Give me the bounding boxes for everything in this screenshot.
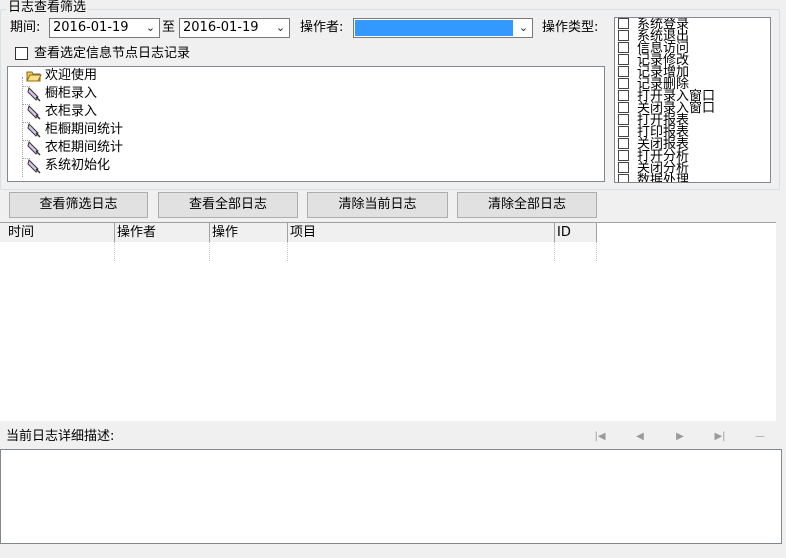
log-grid[interactable]: 时间 操作者 操作 项目 ID — [0, 222, 776, 421]
chevron-down-icon[interactable]: ⌄ — [515, 19, 532, 37]
op-type-checkbox[interactable] — [618, 30, 629, 41]
tree-item-cabinet-entry[interactable]: 橱柜录入 — [26, 85, 97, 103]
detail-description-box[interactable] — [0, 449, 782, 544]
op-type-label: 操作类型: — [542, 20, 599, 35]
operator-selected-value — [355, 20, 513, 36]
tree-item-label: 衣柜期间统计 — [45, 140, 124, 155]
op-type-checkbox[interactable] — [618, 126, 629, 137]
grid-cell[interactable] — [210, 242, 288, 261]
op-type-checkbox[interactable] — [618, 78, 629, 89]
op-type-label-text: 数据处理 — [637, 173, 690, 183]
operator-label: 操作者: — [300, 20, 344, 35]
op-type-checkbox[interactable] — [618, 66, 629, 77]
date-from-value: 2016-01-19 — [53, 20, 129, 35]
column-header-time[interactable]: 时间 — [6, 223, 115, 242]
module-icon — [27, 104, 41, 120]
column-header-operation[interactable]: 操作 — [210, 223, 288, 242]
prev-record-icon[interactable]: ◀ — [632, 430, 648, 444]
op-type-checklist[interactable]: 系统登录 系统退出 信息访问 记录修改 记录增加 记录删除 打开录入窗口 关闭录… — [614, 17, 771, 183]
to-label: 至 — [162, 20, 176, 35]
tree-connector — [22, 77, 23, 177]
new-record-icon[interactable]: — — [752, 430, 768, 444]
op-type-checkbox[interactable] — [618, 138, 629, 149]
folder-icon — [26, 71, 42, 81]
op-type-checkbox[interactable] — [618, 90, 629, 101]
column-header-operator[interactable]: 操作者 — [115, 223, 210, 242]
clear-current-log-button[interactable]: 清除当前日志 — [307, 192, 448, 218]
tree-item-label: 橱柜录入 — [45, 86, 98, 101]
op-type-item[interactable]: 数据处理 — [618, 173, 690, 183]
tree-item-label: 衣柜录入 — [45, 104, 98, 119]
node-filter-checkbox[interactable] — [15, 47, 28, 60]
module-icon — [27, 122, 41, 138]
op-type-checkbox[interactable] — [618, 54, 629, 65]
op-type-checkbox[interactable] — [618, 102, 629, 113]
module-icon — [27, 86, 41, 102]
tree-item-label: 柜橱期间统计 — [45, 122, 124, 137]
module-icon — [27, 158, 41, 174]
grid-cell[interactable] — [115, 242, 210, 261]
filter-group-title: 日志查看筛选 — [6, 0, 89, 15]
tree-item-system-init[interactable]: 系统初始化 — [26, 157, 110, 175]
chevron-down-icon[interactable]: ⌄ — [272, 19, 289, 37]
last-record-icon[interactable]: ▶| — [712, 430, 728, 444]
node-tree[interactable]: 欢迎使用 橱柜录入 衣柜录入 柜橱期间统计 衣柜期间统计 系统初始化 — [7, 66, 605, 182]
tree-item-cabinet-stats[interactable]: 柜橱期间统计 — [26, 121, 123, 139]
op-type-checkbox[interactable] — [618, 114, 629, 125]
op-type-checkbox[interactable] — [618, 18, 629, 29]
operator-select[interactable]: ⌄ — [353, 18, 533, 38]
grid-cell[interactable] — [555, 242, 597, 261]
tree-item-welcome[interactable]: 欢迎使用 — [26, 67, 97, 85]
first-record-icon[interactable]: |◀ — [592, 430, 608, 444]
date-to-picker[interactable]: 2016-01-19 ⌄ — [179, 18, 290, 38]
tree-item-label: 欢迎使用 — [45, 68, 98, 83]
tree-item-label: 系统初始化 — [45, 158, 111, 173]
op-type-checkbox[interactable] — [618, 174, 629, 182]
period-label: 期间: — [10, 20, 41, 35]
tree-item-wardrobe-entry[interactable]: 衣柜录入 — [26, 103, 97, 121]
column-header-id[interactable]: ID — [555, 223, 597, 242]
view-all-log-button[interactable]: 查看全部日志 — [158, 192, 298, 218]
column-header-item[interactable]: 项目 — [288, 223, 555, 242]
grid-right-edge — [776, 222, 786, 420]
clear-all-log-button[interactable]: 清除全部日志 — [457, 192, 597, 218]
tree-item-wardrobe-stats[interactable]: 衣柜期间统计 — [26, 139, 123, 157]
chevron-down-icon[interactable]: ⌄ — [142, 19, 159, 37]
op-type-checkbox[interactable] — [618, 42, 629, 53]
date-from-picker[interactable]: 2016-01-19 ⌄ — [49, 18, 160, 38]
op-type-checkbox[interactable] — [618, 162, 629, 173]
next-record-icon[interactable]: ▶ — [672, 430, 688, 444]
detail-label: 当前日志详细描述: — [6, 429, 115, 444]
grid-cell[interactable] — [6, 242, 115, 261]
view-filtered-log-button[interactable]: 查看筛选日志 — [9, 192, 148, 218]
op-type-checkbox[interactable] — [618, 150, 629, 161]
grid-cell[interactable] — [288, 242, 555, 261]
date-to-value: 2016-01-19 — [183, 20, 259, 35]
node-filter-label: 查看选定信息节点日志记录 — [34, 46, 191, 61]
module-icon — [27, 140, 41, 156]
